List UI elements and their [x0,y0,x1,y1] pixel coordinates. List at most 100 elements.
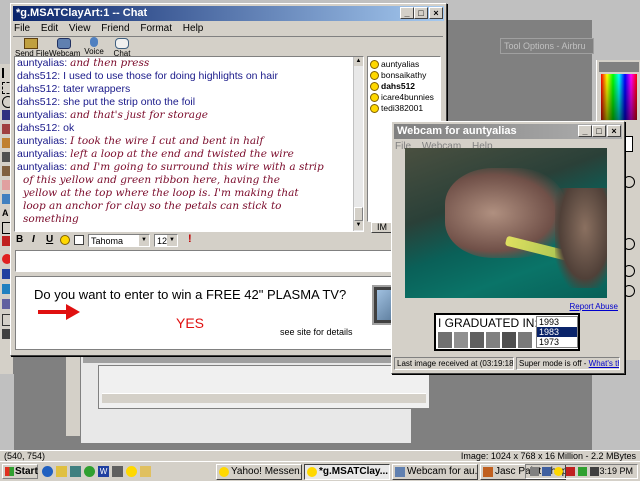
webcam-status: Last image received at (03:19:18 PM) [394,357,514,370]
italic-button[interactable]: I [32,234,35,245]
year-option-selected[interactable]: 1983 [537,327,577,337]
chat-message: dahs512: I used to use those for doing h… [17,70,324,83]
tray-icon[interactable] [554,467,563,476]
yahoo-icon[interactable] [126,466,137,477]
desktop-icon[interactable] [70,466,81,477]
menu-friend[interactable]: Friend [101,23,129,34]
message-input[interactable] [15,250,441,272]
ad-banner[interactable]: Do you want to enter to win a FREE 42" P… [15,276,441,350]
webcam-close-icon[interactable]: × [607,125,621,137]
webcam-maximize-icon[interactable]: □ [592,125,606,137]
user-list-item[interactable]: icare4bunnies [370,92,434,103]
chat-message: yellow at the top where the loop is. I'm… [17,187,324,200]
message-list: auntyalias: and then press dahs512: I use… [17,57,324,226]
user-list-item[interactable]: auntyalias [370,59,434,70]
ad-headline: Do you want to enter to win a FREE 42" P… [34,287,347,302]
message-username[interactable]: dahs512: [17,83,63,95]
webcam-titlebar[interactable]: Webcam for auntyalias _ □ × [394,124,622,139]
start-button[interactable]: Start [2,464,38,479]
media-icon[interactable] [112,466,123,477]
yearbook-photo [454,332,468,348]
menu-view[interactable]: View [69,23,91,34]
message-username[interactable]: auntyalias: [17,148,70,160]
chat-window[interactable]: *g.MSATClayArt:1 -- Chat _ □ × File Edit… [10,3,447,356]
font-dropdown-arrow-icon[interactable]: ▼ [139,235,149,246]
message-username[interactable]: auntyalias: [17,161,70,173]
tray-icon[interactable] [530,467,539,476]
task-chat[interactable]: *g.MSATClay... [304,464,390,480]
message-text: of this yellow and green ribbon here, ha… [23,174,280,186]
size-select[interactable]: 12 ▼ [154,234,178,247]
color-spectrum[interactable] [601,74,637,120]
underline-button[interactable]: U [46,234,53,245]
ad-details[interactable]: see site for details [280,327,353,337]
webcam-title: Webcam for auntyalias [397,125,517,137]
chat-message: auntyalias: I took the wire I cut and be… [17,135,324,148]
tray-icon[interactable] [566,467,575,476]
report-abuse-link[interactable]: Report Abuse [570,302,618,311]
scroll-thumb[interactable] [354,207,363,221]
chat-message: dahs512: she put the strip onto the foil [17,96,324,109]
message-username[interactable]: dahs512: [17,70,63,82]
year-option[interactable]: 1993 [537,317,577,327]
message-username[interactable]: dahs512: [17,96,63,108]
scroll-down-arrow[interactable]: ▼ [354,221,363,230]
scroll-up-arrow[interactable]: ▲ [354,57,363,66]
buzz-icon[interactable]: ! [188,233,192,245]
message-scrollbar[interactable]: ▲ ▼ [353,57,363,231]
menu-help[interactable]: Help [183,23,204,34]
maximize-icon[interactable]: □ [414,7,428,19]
color-icon[interactable] [74,235,84,245]
volume-icon[interactable] [590,467,599,476]
year-option[interactable]: 1973 [537,337,577,347]
user-name: icare4bunnies [381,92,434,102]
message-username[interactable]: auntyalias: [17,109,70,121]
word-icon[interactable]: W [98,466,109,477]
task-yahoo-messenger[interactable]: Yahoo! Messen... [216,464,302,480]
message-username[interactable]: dahs512: [17,122,63,134]
webcam-task-icon [395,467,405,477]
message-username[interactable]: auntyalias: [17,57,70,69]
year-list[interactable]: 1993 1983 1973 [536,316,578,348]
message-text: I took the wire I cut and bent in half [70,135,264,147]
smiley-icon[interactable] [60,235,70,245]
tray-icon[interactable] [542,467,551,476]
font-select[interactable]: Tahoma ▼ [88,234,150,247]
background-window-3[interactable] [98,365,430,409]
user-list-item[interactable]: tedi382001 [370,103,434,114]
ie-icon[interactable] [42,466,53,477]
message-text: and then press [70,57,150,69]
message-username[interactable]: auntyalias: [17,135,70,147]
chat-titlebar[interactable]: *g.MSATClayArt:1 -- Chat _ □ × [13,6,444,21]
whats-this-link[interactable]: What's this? [589,359,619,368]
ad-yes-button[interactable]: YES [176,315,204,331]
user-list-item[interactable]: bonsaikathy [370,70,434,81]
tool-options-title: Tool Options - Airbru [504,41,586,51]
size-dropdown-arrow-icon[interactable]: ▼ [167,235,177,246]
minimize-icon[interactable]: _ [400,7,414,19]
tool-options-window[interactable]: Tool Options - Airbru [500,38,594,54]
message-history[interactable]: auntyalias: and then press dahs512: I use… [14,56,364,232]
tray-icon[interactable] [578,467,587,476]
message-text: and that's just for storage [70,109,208,121]
close-icon[interactable]: × [429,7,443,19]
im-button[interactable]: IM [371,222,393,233]
user-list-item[interactable]: dahs512 [370,81,434,92]
task-webcam[interactable]: Webcam for au... [392,464,478,480]
clock[interactable]: 3:19 PM [599,466,633,476]
folder-icon[interactable] [140,466,151,477]
yahoo-task-icon [219,467,229,477]
ad-arrow-icon [38,310,68,314]
chat-task-icon [307,467,317,477]
webcam-window[interactable]: Webcam for auntyalias _ □ × File Webcam … [391,121,625,374]
webcam-minimize-icon[interactable]: _ [578,125,592,137]
menu-file[interactable]: File [14,23,30,34]
message-text: I used to use those for doing highlights… [63,70,278,82]
graduated-ad[interactable]: I GRADUATED IN: 1993 1983 1973 [434,313,580,351]
menu-edit[interactable]: Edit [41,23,58,34]
user-name: bonsaikathy [381,70,427,80]
bold-button[interactable]: B [16,234,23,245]
menu-format[interactable]: Format [140,23,172,34]
outlook-icon[interactable] [56,466,67,477]
msn-icon[interactable] [84,466,95,477]
